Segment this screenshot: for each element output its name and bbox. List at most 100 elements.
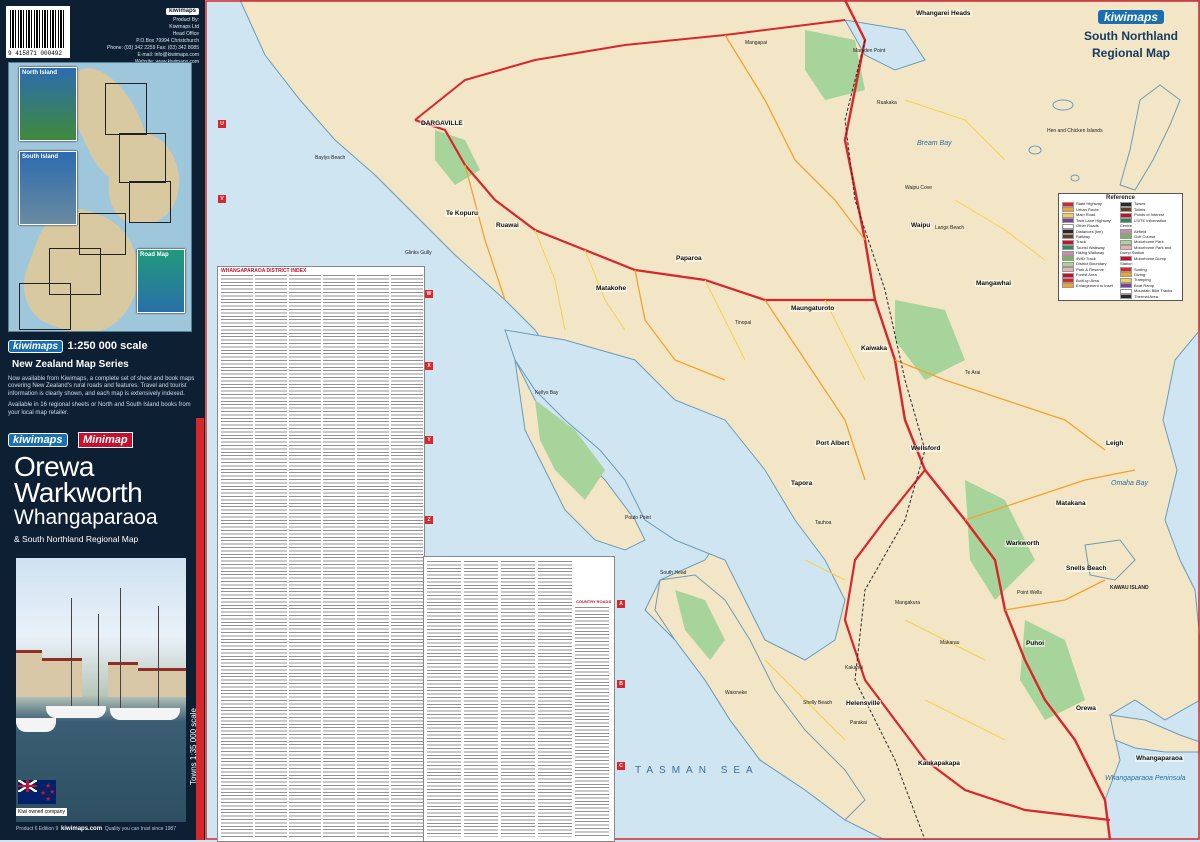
index-column xyxy=(501,561,535,837)
cover-title: Orewa Warkworth Whangaparaoa & South Nor… xyxy=(14,453,199,545)
photo-building xyxy=(16,650,42,697)
tasman-sea-label: TASMAN SEA xyxy=(635,765,759,776)
legend-swatch xyxy=(1062,212,1074,218)
legend-item: Motorhome Dump Station xyxy=(1120,256,1178,267)
place-label: Pouto Point xyxy=(625,515,651,521)
series-index-map: North Island South Island Road Map xyxy=(8,62,192,332)
legend-label: Golf Course xyxy=(1134,234,1156,239)
town-label[interactable]: Maungaturoto xyxy=(790,305,836,312)
town-label[interactable]: Kaiwaka xyxy=(860,345,889,352)
north-island-book: North Island xyxy=(19,67,77,141)
photo-boat xyxy=(16,718,56,732)
town-label[interactable]: DARGAVILLE xyxy=(420,120,464,127)
index-column xyxy=(575,607,609,837)
town-label[interactable]: Matakohe xyxy=(595,285,627,292)
town-label[interactable]: Tapora xyxy=(790,480,814,487)
legend-swatch xyxy=(1120,212,1132,218)
union-jack xyxy=(18,780,37,792)
photo-building xyxy=(42,658,82,697)
town-label[interactable]: Paparoa xyxy=(675,255,703,262)
town-label[interactable]: Puhoi xyxy=(1025,640,1046,647)
legend-item: Motorhome Park and Dump Station xyxy=(1120,245,1178,256)
index-column xyxy=(323,275,355,837)
grid-label-left: U xyxy=(218,120,226,128)
index-column xyxy=(391,275,423,837)
series-availability: Available in 16 regional sheets or North… xyxy=(8,402,191,416)
map-title-line2: Regional Map xyxy=(1091,46,1170,60)
legend-item: Enlargement to Inset xyxy=(1062,282,1120,289)
legend-label: Surfing xyxy=(1134,266,1147,272)
legend-label: District Boundary xyxy=(1076,261,1107,267)
bay-label: Bream Bay xyxy=(917,140,952,147)
legend-label: Thermal Area xyxy=(1134,293,1159,299)
photo-mast xyxy=(120,588,121,710)
star-icon: ★ xyxy=(45,796,52,803)
town-label[interactable]: Orewa xyxy=(1075,705,1097,712)
legend-column-right: Towns Toilets Points of Interest i-SITE Inf… xyxy=(1120,201,1178,300)
legend-label: Built-up Area xyxy=(1076,277,1099,283)
street-index: WHANGAPARAOA DISTRICT INDEX xyxy=(217,266,425,842)
place-label: Glinks Gully xyxy=(405,250,432,256)
place-label: Ruakaka xyxy=(877,100,897,106)
kiwimaps-logo: kiwimaps xyxy=(8,433,68,447)
place-label: Marsden Point xyxy=(853,48,886,54)
publisher-line: Head Office xyxy=(172,31,199,37)
place-label: Langs Beach xyxy=(935,225,965,231)
place-label: Shelly Beach xyxy=(803,700,833,706)
legend-label: Points of Interest xyxy=(1134,212,1165,218)
legend-label: Boat Ramp xyxy=(1134,282,1155,288)
place-label: Parakai xyxy=(850,720,867,726)
nz-flag-icon: ★ ★ ★ ★ xyxy=(18,780,56,804)
legend-swatch xyxy=(1062,223,1074,229)
road-map-book: Road Map xyxy=(137,249,185,313)
legend-label: State Highway xyxy=(1076,201,1102,207)
index-heading: COUNTRY ROADS xyxy=(576,599,612,604)
title-warkworth: Warkworth xyxy=(14,477,143,508)
place-label: KAWAU ISLAND xyxy=(1110,585,1149,591)
publisher-info: kiwimaps Product By: Kiwimaps Ltd Head O… xyxy=(89,8,199,66)
photo-boat xyxy=(110,708,180,720)
hen-island xyxy=(1052,99,1074,111)
town-label[interactable]: Whangaparaoa xyxy=(1135,755,1184,762)
legend-item: Thermal Area xyxy=(1120,293,1178,300)
series-scale: 1:250 000 scale xyxy=(67,340,148,352)
town-label[interactable]: Snells Beach xyxy=(1065,565,1108,572)
place-label: Kellys Bay xyxy=(535,390,559,396)
place-label: Point Wells xyxy=(1017,590,1042,596)
town-label[interactable]: Warkworth xyxy=(1005,540,1041,547)
publisher-line: E-mail: info@kiwimaps.com xyxy=(137,52,199,58)
place-label: Te Arai xyxy=(965,370,981,376)
town-label[interactable]: Ruawai xyxy=(495,222,520,229)
town-label[interactable]: Mangawhai xyxy=(975,280,1013,287)
town-label[interactable]: Wellsford xyxy=(910,445,942,452)
town-label[interactable]: Port Albert xyxy=(815,440,851,447)
photo-mast xyxy=(158,606,159,710)
place-label: Tauhoa xyxy=(815,520,832,526)
legend-label: Urban Route xyxy=(1076,206,1099,212)
town-label[interactable]: Matakana xyxy=(1055,500,1087,507)
town-label[interactable]: Waipu xyxy=(910,222,932,229)
place-label: Tinopai xyxy=(735,320,752,326)
place-label: Makarau xyxy=(940,640,960,646)
town-label[interactable]: Whangarei Heads xyxy=(915,10,972,17)
place-label: Mangapai xyxy=(745,40,767,46)
index-sheet xyxy=(129,181,171,223)
town-label[interactable]: Te Kopuru xyxy=(445,210,480,217)
index-column xyxy=(255,275,287,837)
kiwi-owned-badge: Kiwi owned company xyxy=(16,808,67,816)
legend-label: Tramping xyxy=(1134,277,1151,283)
town-label[interactable]: Kaukapakapa xyxy=(917,760,961,767)
grid-label-left: Z xyxy=(425,516,433,524)
chicken-island xyxy=(1028,145,1042,155)
index-column xyxy=(289,275,321,837)
publisher-line: Kiwimaps Ltd xyxy=(169,24,199,30)
legend-item: i-SITE Information Centre xyxy=(1120,218,1178,229)
product-edition: Product 6 Edition 9 xyxy=(16,826,59,832)
town-label[interactable]: Helensville xyxy=(845,700,881,707)
town-label[interactable]: Leigh xyxy=(1105,440,1125,447)
legend-label: Motorhome Park xyxy=(1134,239,1164,245)
cover-subtitle: & South Northland Regional Map xyxy=(14,534,139,544)
legend-label: Toilets xyxy=(1134,206,1146,212)
legend-label: Enlargement to Inset xyxy=(1076,282,1113,288)
place-label: Waioneke xyxy=(725,690,748,696)
